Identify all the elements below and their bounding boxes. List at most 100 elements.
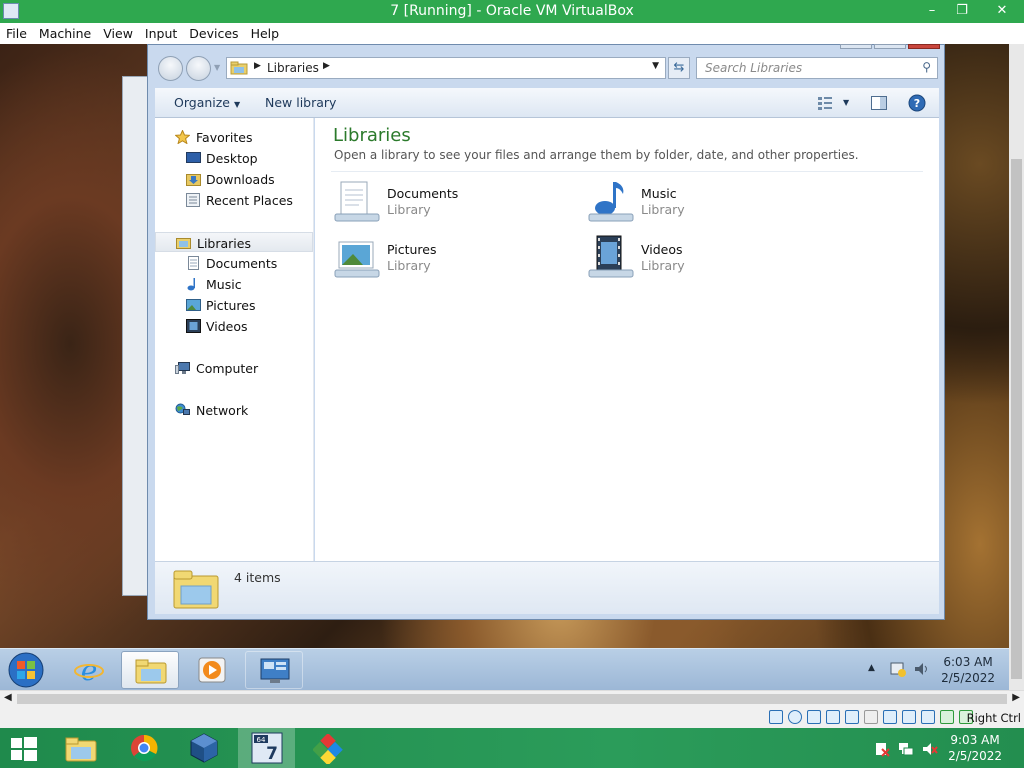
library-item-music[interactable]: Music Library <box>587 178 827 230</box>
explorer-minimize-button[interactable] <box>840 44 872 49</box>
breadcrumb-arrow-icon[interactable]: ▶ <box>254 61 261 71</box>
nav-item-music[interactable]: Music <box>155 274 313 294</box>
breadcrumb-next-arrow-icon[interactable]: ▶ <box>323 61 330 71</box>
scroll-left-icon[interactable]: ◀ <box>4 692 12 703</box>
computer-icon <box>175 362 190 374</box>
explorer-close-button[interactable] <box>908 44 940 49</box>
video-capture-icon[interactable] <box>902 710 916 724</box>
library-type: Library <box>641 258 685 273</box>
menu-file[interactable]: File <box>0 23 33 44</box>
nav-item-downloads[interactable]: Downloads <box>155 169 313 189</box>
host-taskbar-chrome[interactable] <box>116 728 173 768</box>
svg-text:7: 7 <box>266 744 278 764</box>
library-name: Videos <box>641 242 683 257</box>
windows-start-icon[interactable] <box>7 652 45 688</box>
menu-view[interactable]: View <box>97 23 139 44</box>
address-dropdown-icon[interactable]: ▼ <box>652 61 659 71</box>
refresh-button[interactable]: ⇆ <box>668 57 690 79</box>
windows-start-icon[interactable] <box>11 737 37 761</box>
header-divider <box>331 171 923 172</box>
nav-item-pictures[interactable]: Pictures <box>155 295 313 315</box>
navigation-pane: Favorites Desktop Downloads Recent Place… <box>155 118 314 561</box>
scrollbar-thumb[interactable] <box>17 694 1007 704</box>
host-key-label[interactable]: Right Ctrl <box>967 711 1021 725</box>
nav-item-desktop[interactable]: Desktop <box>155 148 313 168</box>
music-icon <box>187 278 195 291</box>
back-button[interactable] <box>158 56 183 81</box>
libraries-icon <box>176 238 191 249</box>
videos-library-icon <box>588 235 634 278</box>
organize-button[interactable]: Organize ▼ <box>174 95 240 110</box>
guest-clock[interactable]: 6:03 AM 2/5/2022 <box>941 654 995 686</box>
help-icon[interactable]: ? <box>908 94 926 112</box>
taskbar-control-panel[interactable] <box>245 651 303 689</box>
view-options-dropdown-icon[interactable]: ▼ <box>843 98 849 107</box>
network-status-icon[interactable] <box>898 741 914 757</box>
nav-libraries[interactable]: Libraries <box>155 232 313 252</box>
virtualbox-icon <box>190 733 218 763</box>
scrollbar-thumb[interactable] <box>1011 159 1022 679</box>
hard-disk-icon[interactable] <box>769 710 783 724</box>
address-bar[interactable]: ▶ Libraries ▶ ▼ <box>226 57 666 79</box>
restore-button[interactable]: ❐ <box>945 0 979 23</box>
libraries-folder-icon <box>230 61 248 75</box>
volume-muted-icon[interactable] <box>922 741 938 757</box>
change-view-icon[interactable] <box>817 96 833 110</box>
search-box[interactable]: Search Libraries ⚲ <box>696 57 938 79</box>
nav-computer[interactable]: Computer <box>155 358 313 378</box>
network-adapter-icon[interactable] <box>826 710 840 724</box>
menu-machine[interactable]: Machine <box>33 23 97 44</box>
host-taskbar-file-explorer[interactable] <box>52 728 109 768</box>
volume-icon[interactable] <box>913 661 931 677</box>
host-taskbar-virtualbox[interactable] <box>176 728 233 768</box>
shared-folders-icon[interactable] <box>864 710 878 724</box>
nav-item-recent-places[interactable]: Recent Places <box>155 190 313 210</box>
minimize-button[interactable]: – <box>915 0 949 23</box>
mouse-integration-icon[interactable] <box>940 710 954 724</box>
nav-favorites[interactable]: Favorites <box>155 127 313 147</box>
forward-button[interactable] <box>186 56 211 81</box>
control-panel-icon <box>260 658 290 683</box>
host-taskbar-app[interactable] <box>300 728 357 768</box>
host-taskbar-vm-7[interactable]: 64 7 <box>238 728 295 768</box>
preview-pane-icon[interactable] <box>871 96 887 110</box>
organize-label: Organize <box>174 95 230 110</box>
host-horizontal-scrollbar[interactable]: ◀ ▶ <box>0 690 1024 707</box>
action-center-icon[interactable] <box>874 741 890 757</box>
music-library-icon <box>588 182 634 222</box>
guest-vertical-scrollbar[interactable] <box>1009 44 1024 690</box>
guest-desktop: ▼ ▶ Libraries ▶ ▼ ⇆ Search Libraries ⚲ O… <box>0 44 1024 690</box>
nav-item-label: Videos <box>206 319 248 334</box>
audio-icon[interactable] <box>807 710 821 724</box>
breadcrumb-libraries[interactable]: Libraries <box>267 61 319 75</box>
host-clock-time: 9:03 AM <box>950 733 1000 747</box>
menu-devices[interactable]: Devices <box>183 23 244 44</box>
virtualization-icon[interactable] <box>921 710 935 724</box>
search-icon[interactable]: ⚲ <box>922 60 931 74</box>
action-center-flag-icon[interactable] <box>889 661 907 677</box>
show-hidden-icons-icon[interactable]: ▲ <box>868 663 875 673</box>
library-item-pictures[interactable]: Pictures Library <box>333 234 573 286</box>
close-button[interactable]: ✕ <box>982 0 1022 23</box>
display-icon[interactable] <box>883 710 897 724</box>
explorer-maximize-button[interactable] <box>874 44 906 49</box>
usb-icon[interactable] <box>845 710 859 724</box>
menu-help[interactable]: Help <box>245 23 286 44</box>
library-item-videos[interactable]: Videos Library <box>587 234 827 286</box>
menu-input[interactable]: Input <box>139 23 183 44</box>
nav-item-videos[interactable]: Videos <box>155 316 313 336</box>
library-item-documents[interactable]: Documents Library <box>333 178 573 230</box>
taskbar-media-player[interactable] <box>183 651 241 689</box>
new-library-button[interactable]: New library <box>265 95 336 110</box>
library-name: Music <box>641 186 677 201</box>
scroll-right-icon[interactable]: ▶ <box>1012 692 1020 703</box>
taskbar-explorer[interactable] <box>121 651 179 689</box>
nav-item-documents[interactable]: Documents <box>155 253 313 273</box>
taskbar-ie[interactable]: e <box>60 651 118 689</box>
recent-pages-chevron-icon[interactable]: ▼ <box>214 63 220 72</box>
library-name: Documents <box>387 186 459 201</box>
optical-drive-icon[interactable] <box>788 710 802 724</box>
host-clock[interactable]: 9:03 AM 2/5/2022 <box>948 732 1002 764</box>
details-pane: 4 items <box>155 561 939 614</box>
nav-network[interactable]: Network <box>155 400 313 420</box>
